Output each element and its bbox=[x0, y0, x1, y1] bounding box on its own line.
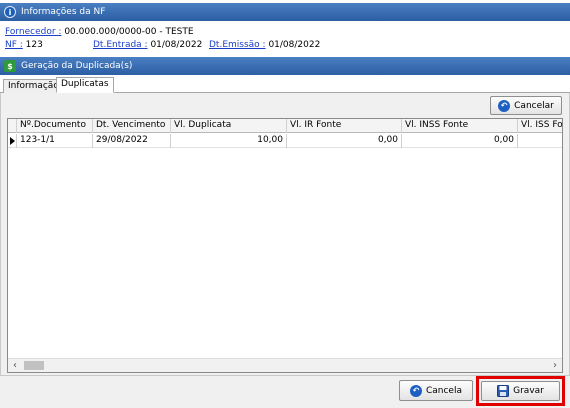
info-icon: i bbox=[4, 6, 16, 18]
nf-info-header: i Informações da NF bbox=[0, 3, 570, 21]
dt-emissao-value: 01/08/2022 bbox=[265, 40, 321, 50]
col-header-iss-fonte[interactable]: Vl. ISS Font bbox=[518, 119, 562, 133]
duplicata-title: Geração da Duplicada(s) bbox=[21, 61, 133, 71]
tab-strip: Informação Duplicatas bbox=[0, 77, 570, 93]
dt-emissao-field: Dt.Emissão : 01/08/2022 bbox=[209, 40, 320, 50]
back-arrow-icon: ↶ bbox=[498, 99, 511, 112]
cell-documento[interactable]: 123-1/1 bbox=[17, 134, 93, 148]
cell-ir-fonte[interactable]: 0,00 bbox=[287, 134, 402, 148]
cell-inss-fonte[interactable]: 0,00 bbox=[402, 134, 518, 148]
dt-entrada-field: Dt.Entrada : 01/08/2022 bbox=[93, 40, 202, 50]
col-header-documento[interactable]: Nº.Documento bbox=[17, 119, 93, 133]
fornecedor-value: 00.000.000/0000-00 - TESTE bbox=[61, 27, 194, 37]
cancela-label: Cancela bbox=[425, 385, 462, 396]
duplicata-header: $ Geração da Duplicada(s) bbox=[0, 57, 570, 75]
col-header-ir-fonte[interactable]: Vl. IR Fonte bbox=[287, 119, 402, 133]
cell-vencimento[interactable]: 29/08/2022 bbox=[93, 134, 171, 148]
col-header-inss-fonte[interactable]: Vl. INSS Fonte bbox=[402, 119, 518, 133]
cancela-button[interactable]: ↶ Cancela bbox=[399, 380, 473, 401]
tab-informacao[interactable]: Informação bbox=[3, 79, 64, 93]
col-header-vl-duplicata[interactable]: Vl. Duplicata bbox=[171, 119, 287, 133]
money-icon: $ bbox=[4, 60, 16, 72]
scroll-right-icon[interactable]: › bbox=[548, 359, 562, 372]
dt-emissao-link[interactable]: Dt.Emissão : bbox=[209, 40, 266, 50]
dt-entrada-value: 01/08/2022 bbox=[147, 40, 203, 50]
current-row-icon bbox=[9, 137, 15, 145]
cell-iss-fonte[interactable] bbox=[518, 134, 562, 148]
back-arrow-icon: ↶ bbox=[409, 384, 422, 397]
col-header-vencimento[interactable]: Dt. Vencimento bbox=[93, 119, 171, 133]
row-indicator bbox=[8, 134, 17, 148]
tab-duplicatas[interactable]: Duplicatas bbox=[56, 77, 114, 93]
duplicatas-grid[interactable]: Nº.Documento Dt. Vencimento Vl. Duplicat… bbox=[7, 118, 563, 373]
nf-value: 123 bbox=[22, 40, 43, 50]
scroll-thumb[interactable] bbox=[24, 361, 44, 370]
fornecedor-link[interactable]: Fornecedor : bbox=[5, 27, 61, 37]
header-indicator bbox=[8, 119, 17, 133]
gravar-highlight-box bbox=[476, 376, 565, 406]
dt-entrada-link[interactable]: Dt.Entrada : bbox=[93, 40, 148, 50]
fornecedor-line: Fornecedor : 00.000.000/0000-00 - TESTE bbox=[5, 27, 194, 37]
scroll-left-icon[interactable]: ‹ bbox=[8, 359, 22, 372]
nf-link[interactable]: NF : bbox=[5, 40, 23, 50]
cancelar-button[interactable]: ↶ Cancelar bbox=[490, 96, 562, 115]
cell-vl-duplicata[interactable]: 10,00 bbox=[171, 134, 287, 148]
horizontal-scrollbar[interactable]: ‹ › bbox=[8, 358, 562, 372]
grid-header: Nº.Documento Dt. Vencimento Vl. Duplicat… bbox=[8, 119, 562, 133]
nf-info-title: Informações da NF bbox=[21, 7, 106, 17]
nf-field: NF : 123 bbox=[5, 40, 43, 50]
cancelar-label: Cancelar bbox=[514, 100, 554, 111]
table-row[interactable]: 123-1/1 29/08/2022 10,00 0,00 0,00 bbox=[8, 134, 562, 148]
